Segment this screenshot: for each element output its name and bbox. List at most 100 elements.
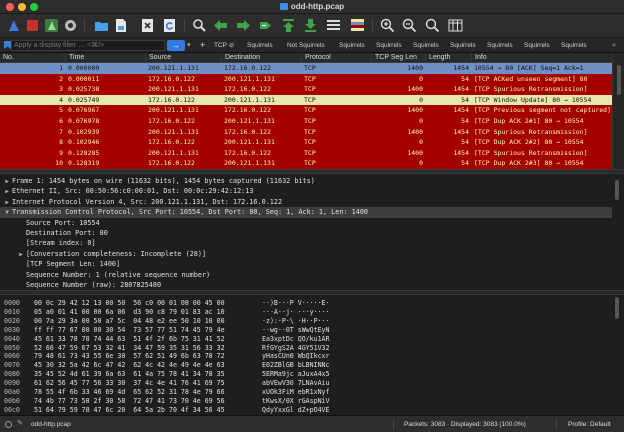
column-header-destination[interactable]: Destination [222, 53, 302, 63]
column-header-length[interactable]: Length [426, 53, 472, 63]
detail-tree-item[interactable]: Destination Port: 80 [0, 228, 612, 238]
detail-tree-item[interactable]: ▶ Internet Protocol Version 4, Src: 200.1… [0, 197, 612, 207]
detail-tree-item[interactable]: ▶ Ethernet II, Src: 00:50:56:c0:00:01, Ds… [0, 186, 612, 196]
column-header-protocol[interactable]: Protocol [302, 53, 372, 63]
go-forward-arrow-icon[interactable] [236, 18, 251, 33]
column-header-source[interactable]: Source [146, 53, 222, 63]
collapsed-triangle-icon[interactable]: ▶ [2, 187, 12, 196]
column-header-info[interactable]: Info [472, 53, 612, 63]
main-toolbar [0, 14, 624, 38]
packet-row[interactable]: 4 0.025749 172.16.0.122 200.121.1.131 TCP 0 54… [0, 94, 612, 106]
cell-time: 0.128319 [68, 159, 100, 168]
status-profile[interactable]: Profile: Default [568, 416, 611, 432]
filter-history-dropdown[interactable]: ▾ [187, 40, 195, 51]
apply-filter-button[interactable]: → [167, 40, 185, 51]
zoom-in-icon[interactable] [380, 18, 395, 33]
filter-button-squirrels[interactable]: Squirrels [524, 40, 550, 51]
cell-no: 4 [59, 95, 63, 104]
detail-tree-item[interactable]: ▼ Transmission Control Protocol, Src Port… [0, 207, 612, 218]
cell-time: 0.076978 [68, 117, 100, 125]
auto-scroll-icon[interactable] [326, 18, 341, 33]
packet-row[interactable]: 8 0.102946 172.16.0.122 200.121.1.131 TCP 0 54… [0, 137, 612, 148]
title-bar: odd-http.pcap [0, 0, 624, 14]
shark-fin-start-icon[interactable] [6, 18, 21, 33]
expert-info-indicator-icon[interactable] [5, 421, 12, 428]
cell-protocol: TCP [304, 159, 316, 168]
cell-tcp-seg-len: 1400 [407, 127, 423, 136]
go-to-packet-icon[interactable] [258, 18, 273, 33]
go-back-arrow-icon[interactable] [213, 18, 228, 33]
collapsed-triangle-icon[interactable]: ▶ [2, 198, 12, 207]
stop-square-icon[interactable] [25, 18, 40, 33]
cell-length: 54 [461, 138, 469, 147]
filter-button-squirrels[interactable]: Squirrels [413, 40, 439, 51]
cell-protocol: TCP [304, 64, 316, 72]
hex-dump-row[interactable]: 00c0 51 64 79 59 78 47 6c 20 64 5a 2b 70 … [0, 405, 612, 415]
close-file-icon[interactable] [140, 18, 155, 33]
filter-button-squirrels[interactable]: Squirrels [376, 40, 402, 51]
cell-no: 2 [59, 74, 63, 83]
details-scroll-thumb[interactable] [615, 180, 619, 200]
collapsed-triangle-icon[interactable]: ▶ [2, 177, 12, 186]
detail-tree-item[interactable]: ▶ Frame 1: 1454 bytes on wire (11632 bits… [0, 176, 612, 186]
colorize-icon[interactable] [350, 18, 365, 33]
filter-button-squirrels[interactable]: Squirrels [339, 40, 365, 51]
detail-tree-item[interactable]: Sequence Number: 1 (relative sequence nu… [0, 270, 612, 280]
packet-row[interactable]: 5 0.076967 200.121.1.131 172.16.0.122 TCP 140… [0, 105, 612, 116]
go-first-icon[interactable] [281, 18, 296, 33]
column-header-tcp-seg-len[interactable]: TCP Seg Len [372, 53, 426, 63]
detail-tree-item[interactable]: Sequence Number (raw): 2807825480 [0, 280, 612, 290]
document-icon [279, 3, 288, 10]
column-header-no[interactable]: No. [0, 53, 66, 63]
go-last-icon[interactable] [303, 18, 318, 33]
packet-list-scroll-thumb[interactable] [617, 65, 621, 95]
packet-list-scrollbar[interactable] [612, 53, 624, 169]
more-filter-buttons-chevron[interactable]: » [612, 40, 616, 51]
packet-row[interactable]: 10 0.128319 172.16.0.122 200.121.1.131 TCP 0 5… [0, 158, 612, 169]
bytes-scroll-thumb[interactable] [615, 297, 619, 319]
packet-row[interactable]: 3 0.025738 200.121.1.131 172.16.0.122 TCP 140… [0, 84, 612, 95]
details-scrollbar[interactable] [614, 176, 620, 288]
filter-button-not-squirrels[interactable]: Not Squirrels [287, 40, 325, 51]
filter-button-squirrels[interactable]: Squirrels [247, 40, 273, 51]
filter-button-squirrels[interactable]: Squirrels [561, 40, 587, 51]
cell-destination: 200.121.1.131 [224, 138, 275, 147]
cell-length: 54 [461, 74, 469, 83]
cell-source: 172.16.0.122 [148, 138, 195, 147]
cell-info: [TCP Window Update] 80 → 10554 [474, 95, 592, 104]
detail-tree-item[interactable]: Source Port: 10554 [0, 218, 612, 228]
detail-tree-item[interactable]: [Stream index: 0] [0, 238, 612, 248]
collapsed-triangle-icon[interactable]: ▶ [16, 250, 26, 259]
bytes-scrollbar[interactable] [614, 295, 620, 415]
zoom-reset-icon[interactable] [425, 18, 440, 33]
reload-icon[interactable] [162, 18, 177, 33]
filter-button-squirrels[interactable]: Squirrels [450, 40, 476, 51]
resize-columns-icon[interactable] [448, 18, 463, 33]
packet-bytes-pane: 0000 00 0c 29 42 12 13 00 50 56 c0 00 01 … [0, 295, 624, 415]
packet-row[interactable]: 2 0.000011 172.16.0.122 200.121.1.131 TCP 0 54… [0, 73, 612, 85]
display-filter-input[interactable]: Apply a display filter … <⌘/> [11, 40, 165, 51]
expanded-triangle-icon[interactable]: ▼ [2, 208, 12, 217]
cell-info: [TCP ACKed unseen segment] 80 [474, 74, 588, 83]
edit-comment-icon[interactable]: ✎ [17, 420, 25, 428]
cell-destination: 200.121.1.131 [224, 74, 275, 83]
filter-button-tcp[interactable]: TCP ⊘ [214, 40, 234, 51]
gear-options-icon[interactable] [63, 18, 78, 33]
add-filter-button[interactable]: + [200, 39, 205, 51]
cell-tcp-seg-len: 0 [419, 159, 423, 168]
filter-button-squirrels[interactable]: Squirrels [487, 40, 513, 51]
zoom-out-icon[interactable] [402, 18, 417, 33]
cell-length: 1454 [453, 106, 469, 115]
open-folder-icon[interactable] [94, 18, 109, 33]
detail-tree-item[interactable]: ▶ [Conversation completeness: Incomplete … [0, 249, 612, 259]
cell-tcp-seg-len: 0 [419, 138, 423, 147]
restart-fin-icon[interactable] [44, 18, 59, 33]
search-icon[interactable] [192, 18, 207, 33]
packet-row[interactable]: 7 0.102939 200.121.1.131 172.16.0.122 TCP 140… [0, 126, 612, 138]
save-file-icon[interactable] [113, 18, 128, 33]
packet-row[interactable]: 6 0.076978 172.16.0.122 200.121.1.131 TCP 0 54… [0, 116, 612, 127]
packet-row[interactable]: 9 0.128285 200.121.1.131 172.16.0.122 TCP 140… [0, 147, 612, 159]
detail-tree-item[interactable]: [TCP Segment Len: 1400] [0, 259, 612, 269]
packet-row[interactable]: 1 0.000000 200.121.1.131 172.16.0.122 TCP 140… [0, 63, 612, 74]
column-header-time[interactable]: Time [66, 53, 146, 63]
